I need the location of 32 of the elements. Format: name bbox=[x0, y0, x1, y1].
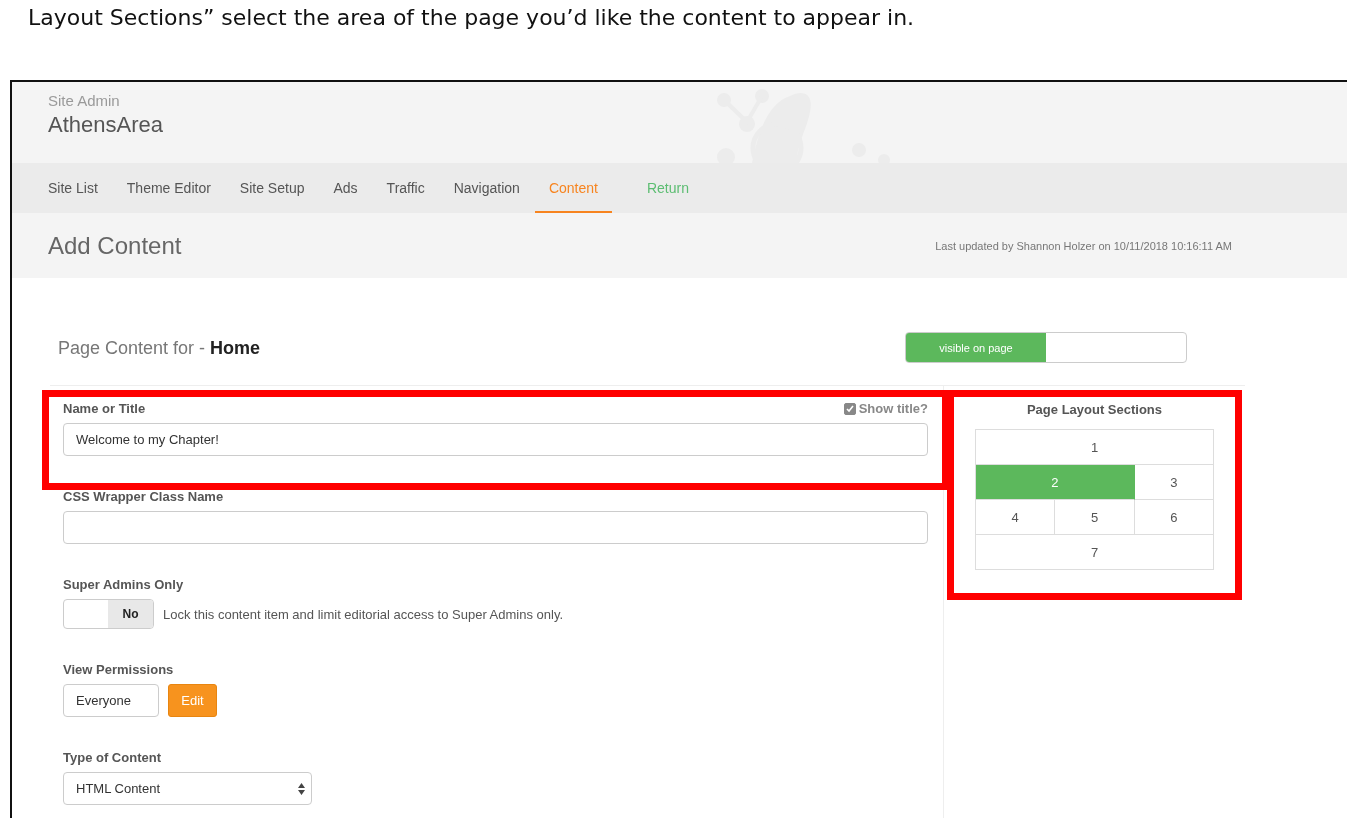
layout-section[interactable]: 6 bbox=[1134, 500, 1214, 535]
layout-section[interactable]: 4 bbox=[976, 500, 1056, 535]
nav-tab[interactable]: Site List bbox=[34, 165, 112, 213]
nav-tab[interactable]: Site Setup bbox=[225, 165, 319, 213]
field-label: Type of Content bbox=[63, 750, 161, 765]
page-content-heading: Page Content for - Home bbox=[58, 338, 261, 359]
super-admins-switch[interactable]: No bbox=[63, 599, 154, 629]
nav-tab[interactable]: Ads bbox=[319, 165, 372, 213]
field-label: Super Admins Only bbox=[63, 577, 184, 592]
updown-caret-icon bbox=[298, 782, 305, 795]
nav-tab[interactable]: Navigation bbox=[439, 165, 534, 213]
nav-tab[interactable]: Theme Editor bbox=[112, 165, 225, 213]
title-input-field[interactable]: Welcome to my Chapter! bbox=[63, 423, 928, 456]
show-title-label: Show title? bbox=[858, 401, 928, 416]
page-title: Add Content bbox=[48, 231, 182, 260]
layout-section[interactable]: 5 bbox=[1055, 500, 1135, 535]
layout-section[interactable]: 7 bbox=[976, 535, 1214, 570]
super-admins-description: Lock this content item and limit editorial access to Super Admins only. bbox=[163, 606, 564, 622]
show-title-checkbox[interactable] bbox=[843, 402, 856, 415]
content-type-select[interactable]: HTML Content bbox=[63, 772, 312, 805]
permissions-field[interactable]: Everyone bbox=[63, 684, 159, 717]
site-name: AthensArea bbox=[48, 112, 163, 138]
css-class-input-field[interactable] bbox=[63, 511, 928, 544]
last-updated-text: Last updated by Shannon Holzer on 10/11/2018 10:16:11 AM bbox=[935, 239, 1232, 252]
layout-sections-title: Page Layout Sections bbox=[1026, 402, 1163, 417]
field-label: View Permissions bbox=[63, 662, 174, 677]
layout-section[interactable]: 3 bbox=[1134, 465, 1214, 500]
field-label: CSS Wrapper Class Name bbox=[63, 489, 224, 504]
caption-text: Layout Sections” select the area of the page you’d like the content to appear in. bbox=[28, 4, 916, 32]
field-label: Name or Title bbox=[63, 401, 146, 416]
site-admin-label: Site Admin bbox=[48, 92, 120, 109]
nav-tab[interactable]: Traffic bbox=[372, 165, 439, 213]
